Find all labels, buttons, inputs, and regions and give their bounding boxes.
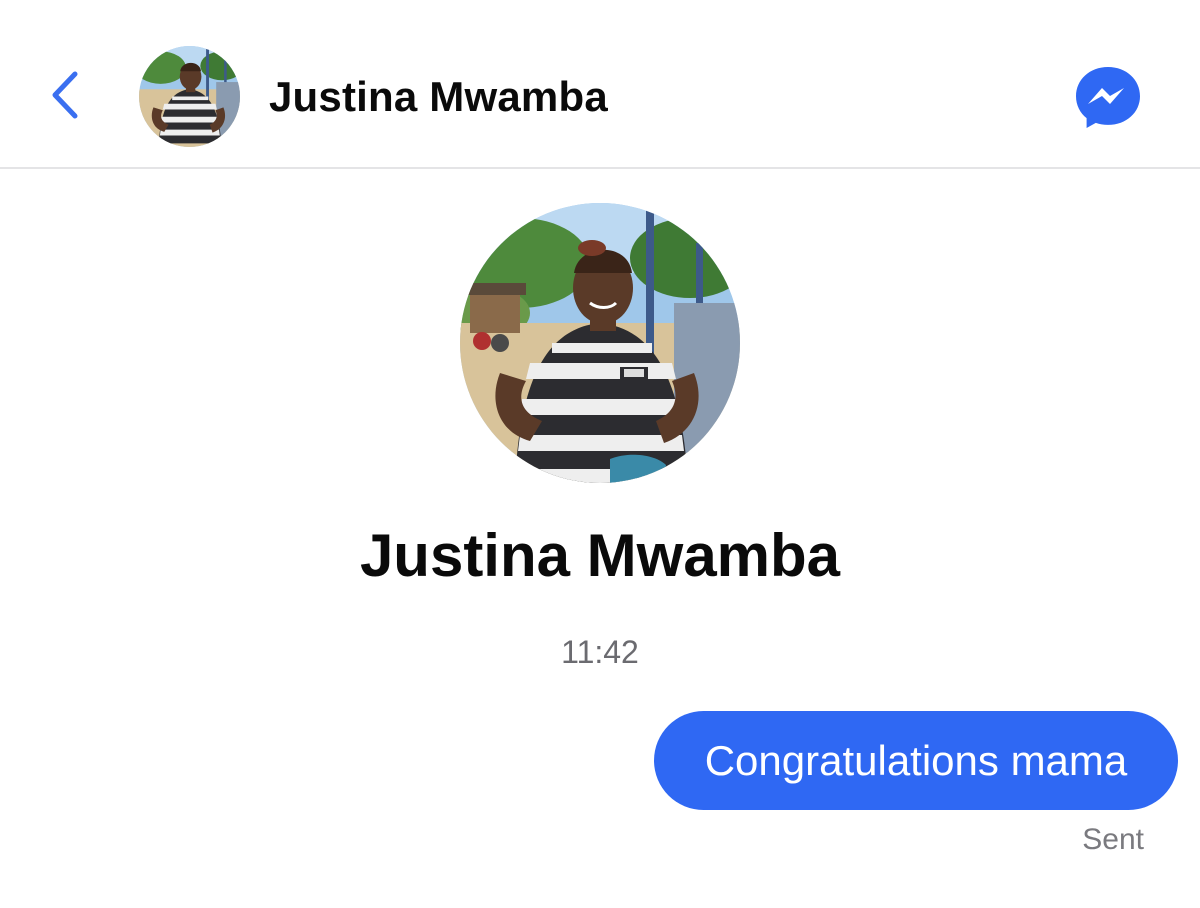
profile-avatar[interactable] [460, 203, 740, 483]
messenger-button[interactable] [1072, 64, 1144, 130]
contact-name[interactable]: Justina Mwamba [269, 70, 608, 124]
profile-photo [460, 203, 740, 483]
profile-name: Justina Mwamba [359, 522, 841, 589]
chat-screen: Justina Mwamba Justina Mwamba 11:42 Cong… [0, 0, 1200, 908]
profile-photo [139, 46, 240, 147]
avatar[interactable] [139, 46, 240, 147]
message-timestamp: 11:42 [561, 634, 639, 670]
outgoing-message-bubble[interactable]: Congratulations mama [654, 711, 1178, 810]
messenger-icon [1076, 67, 1140, 128]
message-status: Sent [1082, 823, 1144, 856]
back-button[interactable] [40, 62, 90, 128]
chevron-left-icon [52, 71, 78, 119]
chat-header: Justina Mwamba [0, 0, 1200, 169]
